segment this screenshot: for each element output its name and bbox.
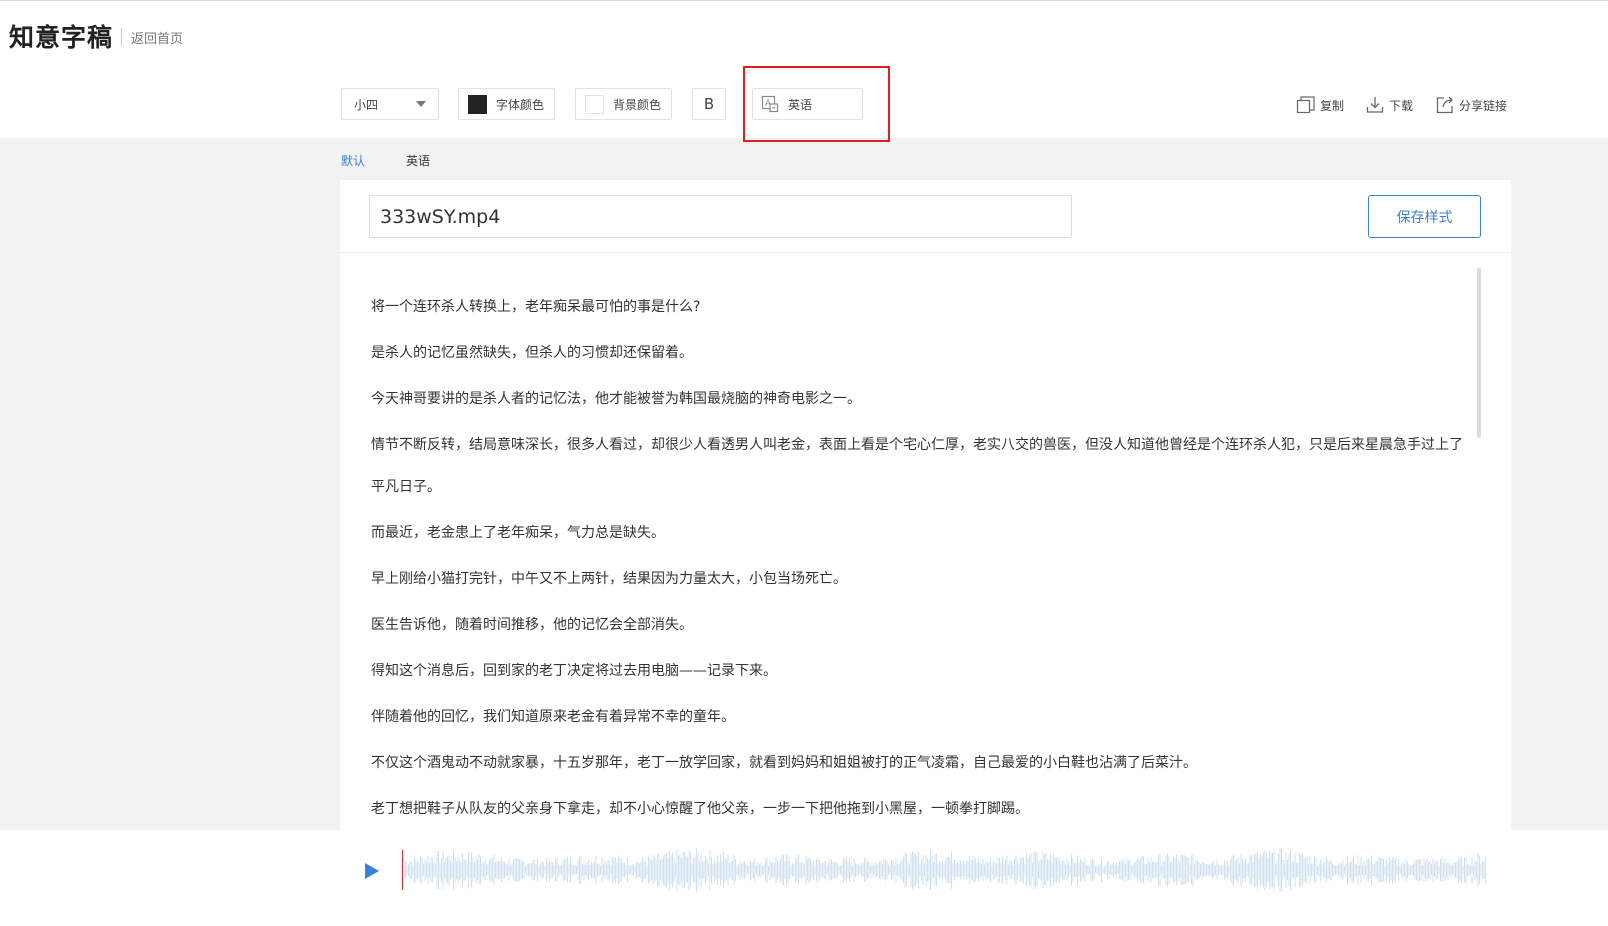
tab-english[interactable]: 英语 <box>406 152 430 169</box>
font-color-button[interactable]: 字体颜色 <box>458 88 555 120</box>
transcript-line[interactable]: 情节不断反转，结局意味深长，很多人看过，却很少人看透男人叫老金，表面上看是个宅心… <box>371 424 1466 508</box>
share-link-label: 分享链接 <box>1459 98 1508 113</box>
bg-color-swatch <box>585 94 604 114</box>
transcript-line[interactable]: 得知这个消息后，回到家的老丁决定将过去用电脑——记录下来。 <box>371 650 1471 692</box>
filename-input[interactable] <box>369 195 1072 238</box>
font-color-swatch <box>468 94 487 114</box>
transcript-line[interactable]: 早上刚给小猫打完针，中午又不上两针，结果因为力量太大，小包当场死亡。 <box>371 558 1471 600</box>
font-color-label: 字体颜色 <box>496 97 545 112</box>
header-divider <box>121 28 122 46</box>
save-style-button[interactable]: 保存样式 <box>1368 195 1481 238</box>
audio-player <box>0 830 1608 926</box>
copy-label: 复制 <box>1320 98 1345 113</box>
copy-icon <box>1296 96 1315 114</box>
transcript-line[interactable]: 不仅这个酒鬼动不动就家暴，十五岁那年，老丁一放学回家，就看到妈妈和姐姐被打的正气… <box>371 742 1471 784</box>
format-toolbar: 小四 字体颜色 背景颜色 B A 英语 复制 下载 分享链接 <box>0 70 1608 138</box>
transcript-line[interactable]: 伴随着他的回忆，我们知道原来老金有着异常不幸的童年。 <box>371 696 1471 738</box>
waveform-bars <box>404 848 1486 892</box>
bg-color-button[interactable]: 背景颜色 <box>575 88 672 120</box>
transcript-line[interactable]: 医生告诉他，随着时间推移，他的记忆会全部消失。 <box>371 604 1471 646</box>
translate-language-button[interactable]: A 英语 <box>752 88 863 120</box>
language-label: 英语 <box>788 97 813 112</box>
font-size-select[interactable]: 小四 <box>341 88 439 120</box>
editor-divider <box>340 252 1511 253</box>
transcript-line[interactable]: 老丁想把鞋子从队友的父亲身下拿走，却不小心惊醒了他父亲，一步一下把他拖到小黑屋，… <box>371 788 1471 830</box>
transcript-line[interactable]: 今天神哥要讲的是杀人者的记忆法，他才能被誉为韩国最烧脑的神奇电影之一。 <box>371 378 1471 420</box>
app-logo: 知意字稿 <box>9 23 114 52</box>
share-link-button[interactable]: 分享链接 <box>1435 95 1507 115</box>
back-home-link[interactable]: 返回首页 <box>131 28 183 47</box>
transcript-line[interactable]: 将一个连环杀人转换上，老年痴呆最可怕的事是什么? <box>371 286 1471 328</box>
editor-scrollbar[interactable] <box>1477 268 1481 438</box>
play-icon[interactable] <box>364 862 380 880</box>
audio-waveform[interactable] <box>404 848 1488 892</box>
download-icon <box>1366 97 1384 113</box>
translate-icon: A <box>761 95 779 113</box>
font-size-value: 小四 <box>354 97 379 112</box>
tab-default[interactable]: 默认 <box>341 152 365 169</box>
transcript-line[interactable]: 而最近，老金患上了老年痴呆，气力总是缺失。 <box>371 512 1471 554</box>
copy-button[interactable]: 复制 <box>1296 95 1344 115</box>
transcript-editor: 保存样式 将一个连环杀人转换上，老年痴呆最可怕的事是什么? 是杀人的记忆虽然缺失… <box>340 180 1511 840</box>
app-header: 知意字稿 返回首页 <box>0 0 1608 70</box>
download-button[interactable]: 下载 <box>1365 95 1413 115</box>
chevron-down-icon <box>416 101 426 107</box>
transcript-lines[interactable]: 将一个连环杀人转换上，老年痴呆最可怕的事是什么? 是杀人的记忆虽然缺失，但杀人的… <box>371 286 1471 834</box>
bold-button[interactable]: B <box>692 88 726 120</box>
playhead[interactable] <box>402 850 403 890</box>
transcript-line[interactable]: 是杀人的记忆虽然缺失，但杀人的习惯却还保留着。 <box>371 332 1471 374</box>
share-icon <box>1436 96 1453 114</box>
bg-color-label: 背景颜色 <box>613 97 662 112</box>
download-label: 下载 <box>1389 98 1414 113</box>
